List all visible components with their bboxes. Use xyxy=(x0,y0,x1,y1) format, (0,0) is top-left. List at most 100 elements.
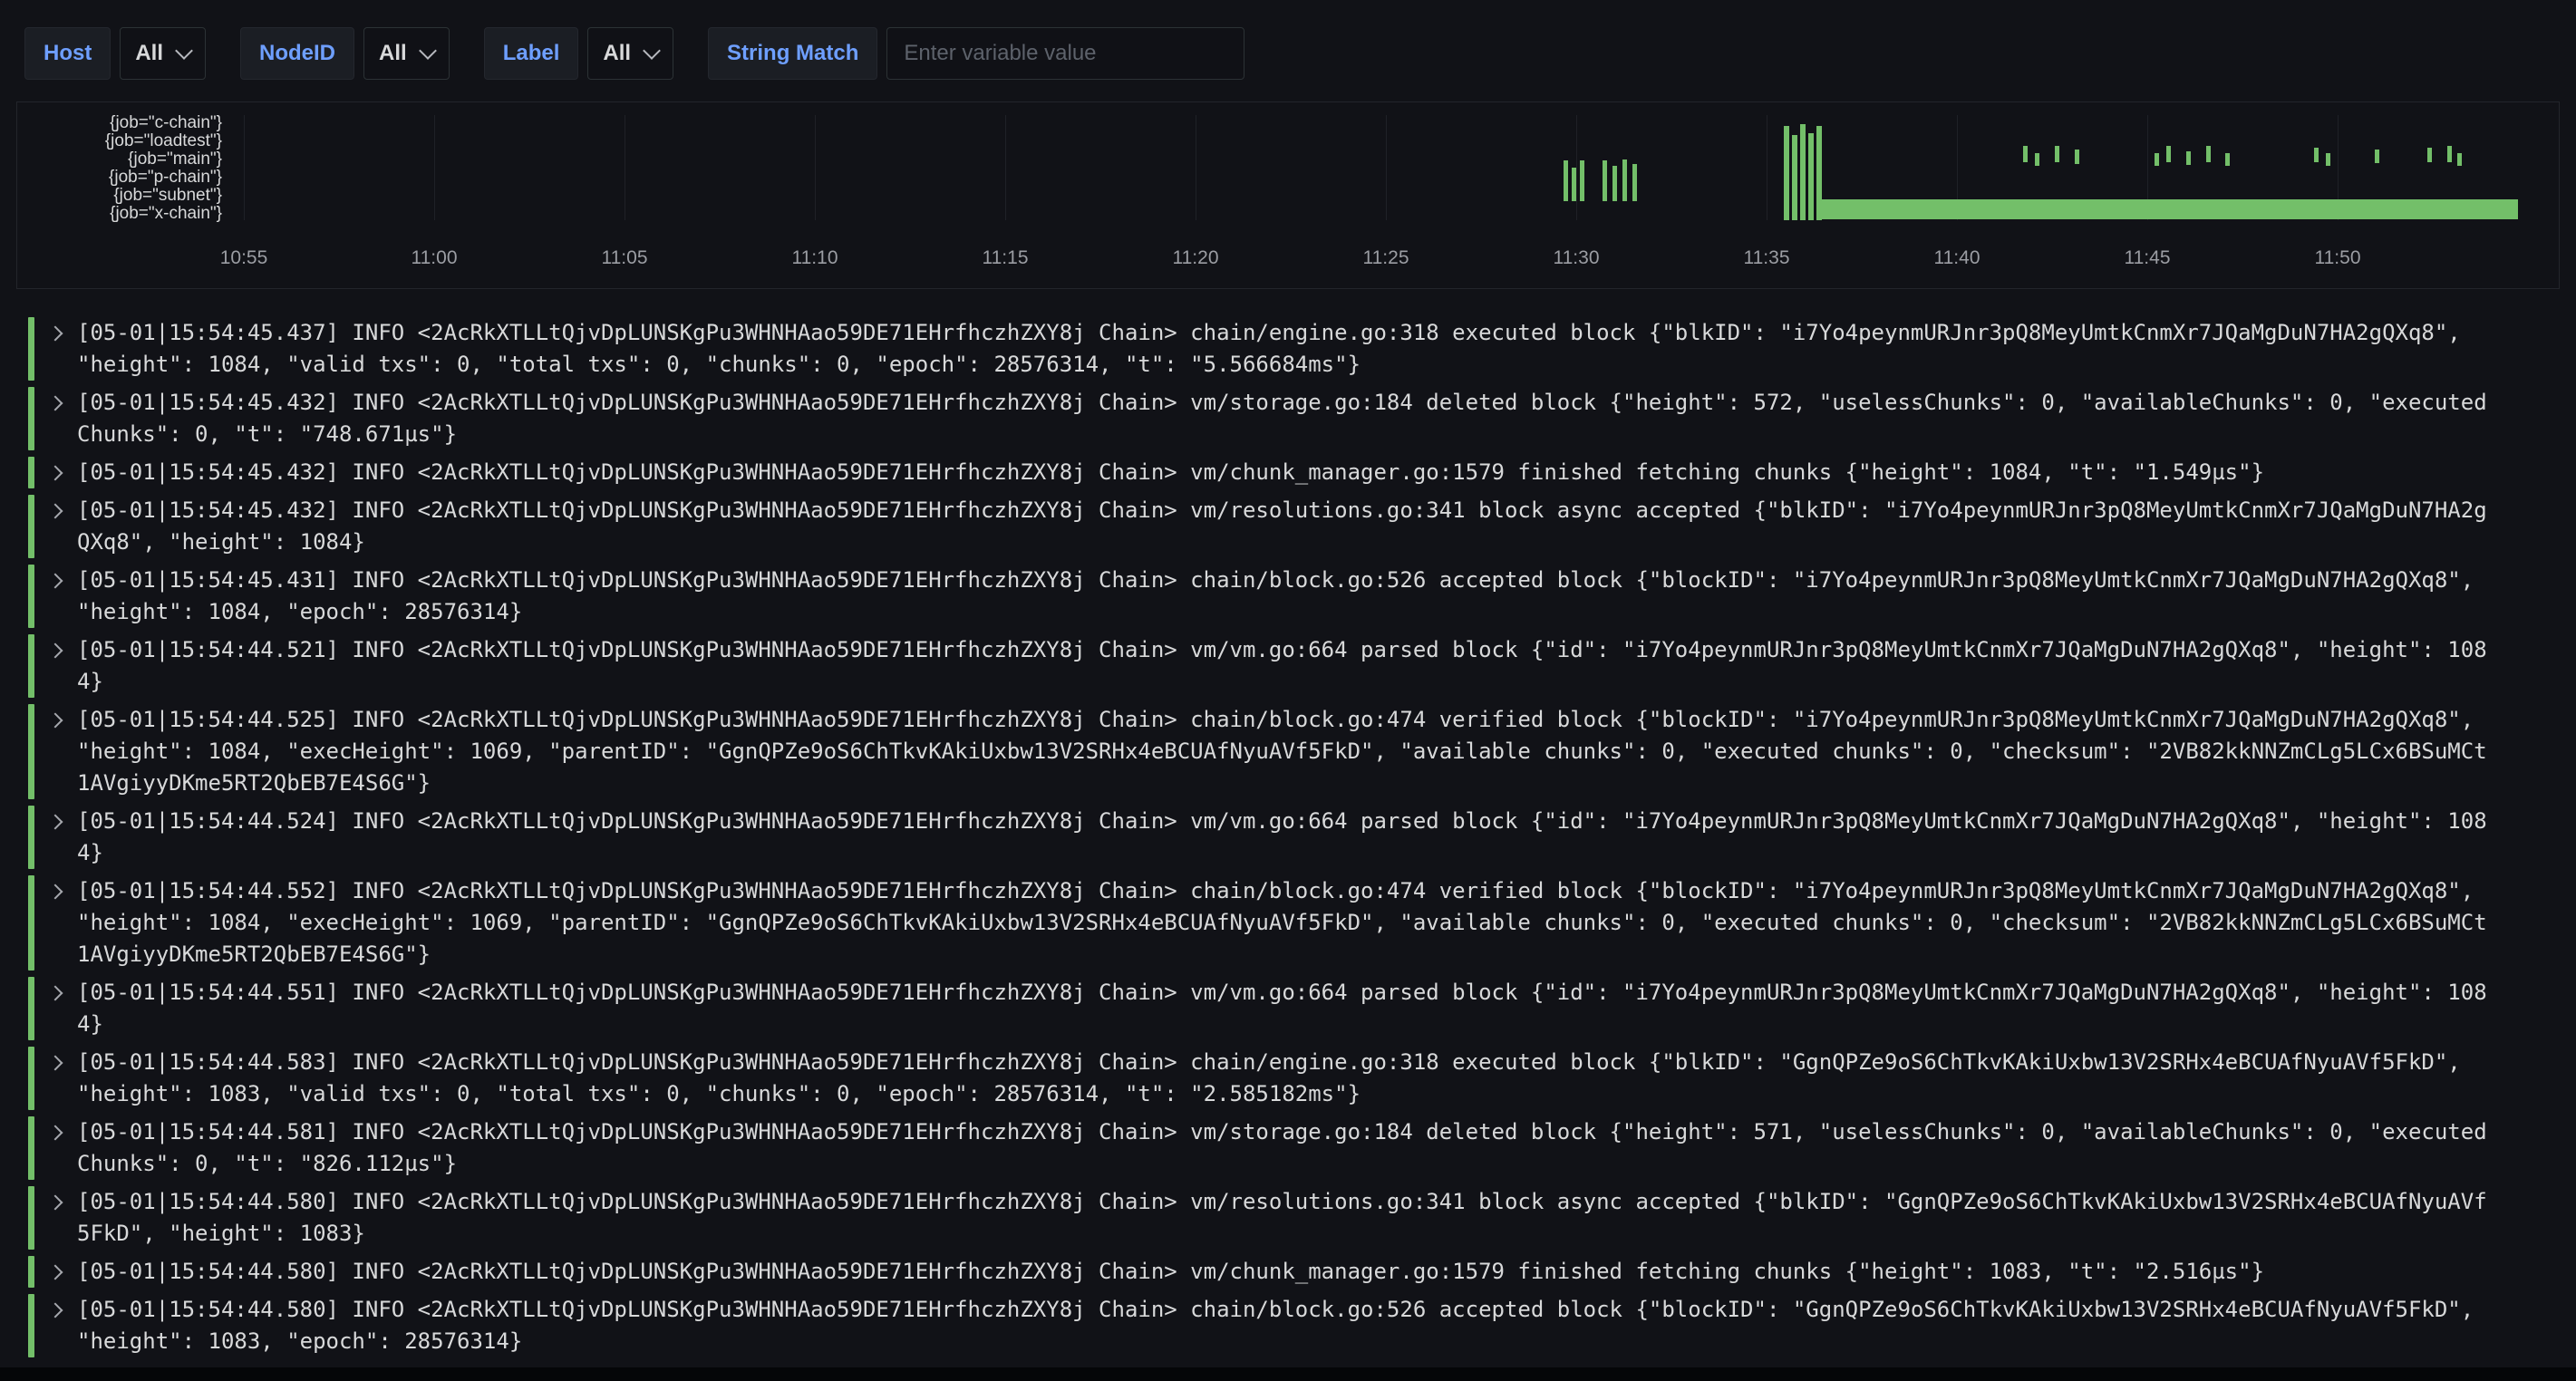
chevron-right-icon xyxy=(48,713,63,729)
log-level-indicator xyxy=(28,1186,34,1250)
log-level-indicator xyxy=(28,565,34,628)
expand-log-button[interactable] xyxy=(34,565,77,628)
x-axis-tick-label: 11:15 xyxy=(983,247,1029,269)
chevron-right-icon xyxy=(48,1265,63,1280)
log-row[interactable]: [05-01|15:54:44.581] INFO <2AcRkXTLLtQjv… xyxy=(28,1116,2558,1180)
log-message: [05-01|15:54:44.524] INFO <2AcRkXTLLtQjv… xyxy=(77,806,2488,869)
log-message: [05-01|15:54:44.525] INFO <2AcRkXTLLtQjv… xyxy=(77,704,2488,799)
log-row[interactable]: [05-01|15:54:45.437] INFO <2AcRkXTLLtQjv… xyxy=(28,317,2558,381)
log-volume-bar xyxy=(2206,146,2211,162)
log-volume-bar xyxy=(1632,164,1637,201)
x-axis-tick-label: 11:05 xyxy=(602,247,648,269)
gridline xyxy=(1005,115,1006,220)
x-axis-tick-label: 11:35 xyxy=(1744,247,1790,269)
chevron-right-icon xyxy=(48,574,63,589)
log-volume-bar xyxy=(2155,153,2159,166)
filter-host: Host All xyxy=(24,27,206,80)
expand-log-button[interactable] xyxy=(34,704,77,799)
log-message: [05-01|15:54:44.551] INFO <2AcRkXTLLtQjv… xyxy=(77,977,2488,1040)
chevron-right-icon xyxy=(48,815,63,830)
log-row[interactable]: [05-01|15:54:45.432] INFO <2AcRkXTLLtQjv… xyxy=(28,457,2558,488)
log-message: [05-01|15:54:44.583] INFO <2AcRkXTLLtQjv… xyxy=(77,1047,2488,1110)
log-message: [05-01|15:54:44.580] INFO <2AcRkXTLLtQjv… xyxy=(77,1294,2488,1357)
expand-log-button[interactable] xyxy=(34,457,77,488)
expand-log-button[interactable] xyxy=(34,977,77,1040)
chevron-down-icon xyxy=(175,42,193,60)
filter-nodeid-value: All xyxy=(379,41,407,66)
log-volume-panel: {job="c-chain"}{job="loadtest"}{job="mai… xyxy=(16,101,2560,289)
filter-host-select[interactable]: All xyxy=(120,27,206,80)
x-axis-tick-label: 11:10 xyxy=(792,247,838,269)
filter-string-match-label: String Match xyxy=(708,27,877,80)
log-level-indicator xyxy=(28,1116,34,1180)
gridline xyxy=(815,115,816,220)
log-level-indicator xyxy=(28,387,34,450)
log-row[interactable]: [05-01|15:54:45.432] INFO <2AcRkXTLLtQjv… xyxy=(28,495,2558,558)
log-row[interactable]: [05-01|15:54:44.525] INFO <2AcRkXTLLtQjv… xyxy=(28,704,2558,799)
log-row[interactable]: [05-01|15:54:44.580] INFO <2AcRkXTLLtQjv… xyxy=(28,1186,2558,1250)
filter-nodeid: NodeID All xyxy=(240,27,450,80)
log-row[interactable]: [05-01|15:54:44.552] INFO <2AcRkXTLLtQjv… xyxy=(28,875,2558,971)
log-level-indicator xyxy=(28,875,34,971)
expand-log-button[interactable] xyxy=(34,1047,77,1110)
log-volume-bar xyxy=(2375,150,2379,163)
log-row[interactable]: [05-01|15:54:45.431] INFO <2AcRkXTLLtQjv… xyxy=(28,565,2558,628)
expand-log-button[interactable] xyxy=(34,387,77,450)
log-message: [05-01|15:54:45.432] INFO <2AcRkXTLLtQjv… xyxy=(77,457,2488,488)
expand-log-button[interactable] xyxy=(34,1116,77,1180)
x-axis-tick-label: 11:40 xyxy=(1934,247,1980,269)
log-level-indicator xyxy=(28,1294,34,1357)
log-volume-bar xyxy=(2314,148,2319,162)
filter-label-label: Label xyxy=(484,27,579,80)
expand-log-button[interactable] xyxy=(34,806,77,869)
log-row[interactable]: [05-01|15:54:44.583] INFO <2AcRkXTLLtQjv… xyxy=(28,1047,2558,1110)
bottom-panel-edge xyxy=(0,1367,2576,1381)
chevron-right-icon xyxy=(48,1195,63,1211)
expand-log-button[interactable] xyxy=(34,1186,77,1250)
log-row[interactable]: [05-01|15:54:45.432] INFO <2AcRkXTLLtQjv… xyxy=(28,387,2558,450)
chevron-right-icon xyxy=(48,326,63,342)
x-axis-tick-label: 10:55 xyxy=(220,247,268,269)
log-row[interactable]: [05-01|15:54:44.580] INFO <2AcRkXTLLtQjv… xyxy=(28,1256,2558,1288)
log-volume-bar xyxy=(1612,166,1617,201)
chevron-right-icon xyxy=(48,986,63,1001)
expand-log-button[interactable] xyxy=(34,1294,77,1357)
log-row[interactable]: [05-01|15:54:44.551] INFO <2AcRkXTLLtQjv… xyxy=(28,977,2558,1040)
gridline xyxy=(434,115,435,220)
filter-nodeid-select[interactable]: All xyxy=(363,27,450,80)
expand-log-button[interactable] xyxy=(34,1256,77,1288)
log-level-indicator xyxy=(28,634,34,698)
expand-log-button[interactable] xyxy=(34,495,77,558)
log-volume-bar xyxy=(1822,199,2518,219)
log-level-indicator xyxy=(28,704,34,799)
log-volume-bar xyxy=(2447,146,2452,162)
chevron-right-icon xyxy=(48,504,63,519)
log-volume-bar xyxy=(1572,168,1576,201)
log-message: [05-01|15:54:44.580] INFO <2AcRkXTLLtQjv… xyxy=(77,1256,2488,1288)
log-level-indicator xyxy=(28,806,34,869)
chevron-right-icon xyxy=(48,1303,63,1318)
gridline xyxy=(1576,115,1577,220)
filter-host-value: All xyxy=(135,41,163,66)
expand-log-button[interactable] xyxy=(34,875,77,971)
log-volume-plot: 10:5511:0011:0511:1011:1511:2011:2511:30… xyxy=(17,102,2559,288)
expand-log-button[interactable] xyxy=(34,317,77,381)
log-row[interactable]: [05-01|15:54:44.580] INFO <2AcRkXTLLtQjv… xyxy=(28,1294,2558,1357)
log-volume-bar xyxy=(2035,153,2039,166)
log-row[interactable]: [05-01|15:54:44.521] INFO <2AcRkXTLLtQjv… xyxy=(28,634,2558,698)
filter-label-select[interactable]: All xyxy=(587,27,673,80)
log-message: [05-01|15:54:45.437] INFO <2AcRkXTLLtQjv… xyxy=(77,317,2488,381)
log-volume-bar xyxy=(1792,135,1797,220)
expand-log-button[interactable] xyxy=(34,634,77,698)
string-match-input[interactable] xyxy=(886,27,1244,80)
filter-label: Label All xyxy=(484,27,673,80)
log-message: [05-01|15:54:45.432] INFO <2AcRkXTLLtQjv… xyxy=(77,495,2488,558)
log-row[interactable]: [05-01|15:54:44.524] INFO <2AcRkXTLLtQjv… xyxy=(28,806,2558,869)
log-volume-bar xyxy=(1603,160,1607,201)
filter-host-label: Host xyxy=(24,27,111,80)
log-message: [05-01|15:54:44.581] INFO <2AcRkXTLLtQjv… xyxy=(77,1116,2488,1180)
log-volume-bar xyxy=(1580,160,1584,201)
gridline xyxy=(244,115,245,220)
log-level-indicator xyxy=(28,317,34,381)
log-list: [05-01|15:54:45.437] INFO <2AcRkXTLLtQjv… xyxy=(28,317,2558,1357)
